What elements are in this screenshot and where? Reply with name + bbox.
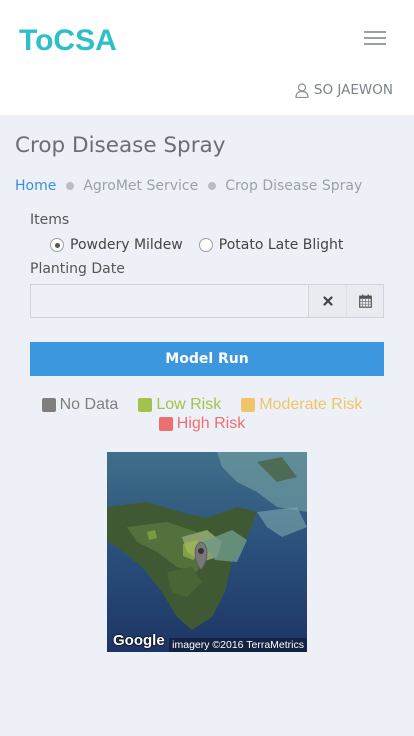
breadcrumb-separator: [66, 182, 75, 190]
radio-powdery-mildew[interactable]: Powdery Mildew: [50, 237, 183, 253]
radio-button-unchecked[interactable]: [198, 238, 213, 252]
user-icon: [295, 82, 309, 98]
breadcrumb-home-link[interactable]: Home: [15, 178, 56, 194]
app-logo[interactable]: ToCSA: [19, 24, 117, 58]
breadcrumb-agromet[interactable]: AgroMet Service: [83, 178, 198, 194]
legend-label: High Risk: [176, 414, 246, 432]
legend-high-risk: High Risk: [158, 414, 246, 433]
app-header: ToCSA SO JAEWON: [0, 0, 414, 115]
legend-low-risk: Low Risk: [138, 396, 221, 414]
breadcrumb-current: Crop Disease Spray: [225, 178, 363, 194]
legend-swatch: [41, 397, 56, 412]
hamburger-icon[interactable]: [364, 29, 388, 47]
risk-legend: No Data Low Risk Moderate Risk High Risk: [30, 395, 384, 433]
planting-date-label: Planting Date: [30, 261, 125, 277]
clear-date-button[interactable]: [309, 285, 346, 317]
breadcrumb: Home AgroMet Service Crop Disease Spray: [15, 178, 362, 194]
legend-no-data: No Data: [41, 395, 119, 414]
legend-label: Moderate Risk: [259, 395, 363, 413]
legend-label: No Data: [59, 395, 119, 413]
items-label: Items: [30, 212, 70, 228]
model-run-button[interactable]: Model Run: [30, 342, 384, 376]
legend-moderate-risk: Moderate Risk: [241, 396, 362, 414]
radio-label: Potato Late Blight: [218, 237, 344, 253]
legend-swatch: [241, 397, 256, 412]
calendar-icon: [358, 294, 372, 308]
calendar-button[interactable]: [346, 285, 383, 317]
satellite-map[interactable]: Google imagery ©2016 TerraMetrics: [107, 452, 307, 652]
radio-label: Powdery Mildew: [70, 237, 183, 253]
radio-potato-late-blight[interactable]: Potato Late Blight: [198, 237, 344, 253]
user-name: SO JAEWON: [313, 82, 393, 98]
user-menu[interactable]: SO JAEWON: [295, 82, 393, 98]
close-icon: [322, 296, 333, 306]
planting-date-input[interactable]: [31, 285, 309, 317]
page-title: Crop Disease Spray: [15, 133, 226, 158]
items-radio-group: Powdery Mildew Potato Late Blight: [50, 237, 359, 253]
map-imagery: [107, 452, 307, 652]
legend-swatch: [138, 397, 153, 412]
radio-button-checked[interactable]: [50, 238, 64, 252]
google-logo: Google: [113, 632, 165, 649]
map-credit: imagery ©2016 TerraMetrics: [169, 638, 307, 652]
legend-label: Low Risk: [156, 395, 222, 413]
planting-date-field: [30, 284, 384, 318]
breadcrumb-separator: [208, 182, 217, 190]
legend-swatch: [158, 416, 173, 431]
